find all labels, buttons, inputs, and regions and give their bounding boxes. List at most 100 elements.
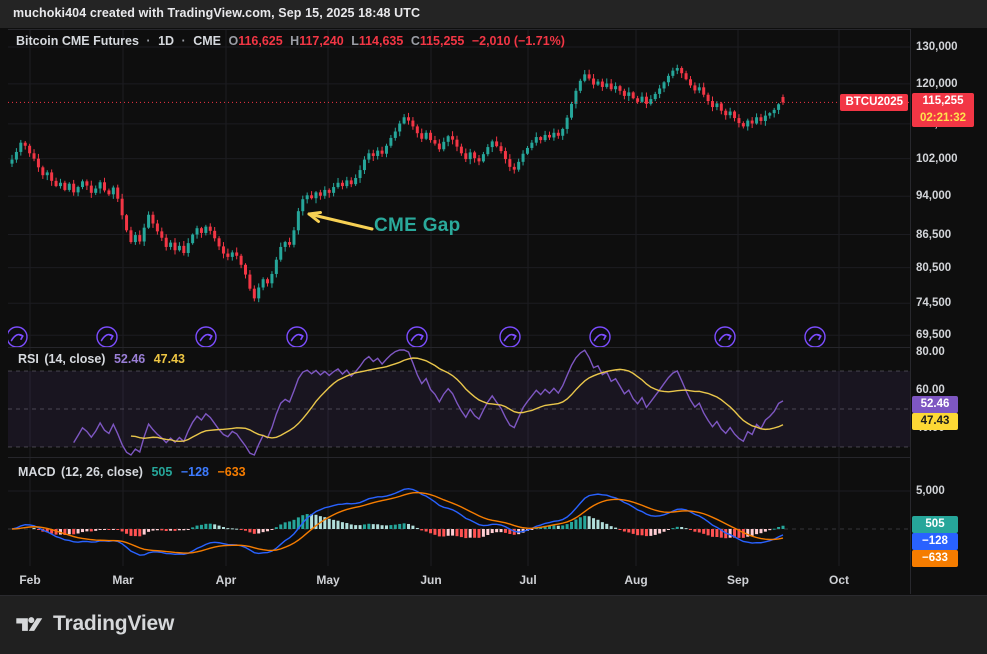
legend-separator: · — [146, 34, 150, 48]
macd-histogram-bar — [107, 529, 110, 530]
macd-histogram-bar — [667, 529, 670, 530]
last-price-value: 115,255 — [917, 93, 969, 110]
macd-histogram-bar — [486, 529, 489, 535]
contract-roll-icon[interactable] — [805, 327, 825, 347]
candle-body — [755, 117, 758, 123]
macd-histogram-bar — [641, 529, 644, 535]
macd-histogram-bar — [253, 529, 256, 534]
macd-histogram-bar — [601, 522, 604, 529]
macd-histogram-bar — [99, 529, 102, 530]
macd-histogram-bar — [680, 527, 683, 529]
symbol-legend[interactable]: Bitcoin CME Futures · 1D · CME O116,625 … — [16, 34, 569, 48]
candle-body — [420, 133, 423, 139]
candle-body — [394, 131, 397, 137]
candle-body — [720, 103, 723, 110]
candle-body — [632, 92, 635, 98]
candle-body — [416, 126, 419, 133]
macd-histogram-bar — [482, 529, 485, 537]
macd-histogram-bar — [411, 526, 414, 529]
candle-body — [618, 86, 621, 91]
contract-roll-icon[interactable] — [715, 327, 735, 347]
candle-body — [583, 74, 586, 80]
macd-histogram-bar — [292, 520, 295, 529]
contract-roll-icon[interactable] — [287, 327, 307, 347]
contract-roll-icon[interactable] — [196, 327, 216, 347]
macd-histogram-bar — [284, 522, 287, 529]
candle-body — [447, 136, 450, 142]
candle-body — [306, 195, 309, 199]
macd-histogram-bar — [495, 529, 498, 532]
macd-histogram-bar — [561, 525, 564, 529]
candle-body — [72, 184, 75, 193]
macd-histogram-bar — [103, 529, 106, 530]
contract-roll-icon[interactable] — [407, 327, 427, 347]
macd-histogram-bar — [764, 529, 767, 532]
candle-body — [77, 187, 80, 192]
symbol-title[interactable]: Bitcoin CME Futures — [16, 34, 139, 48]
macd-histogram-bar — [367, 524, 370, 529]
macd-histogram-bar — [169, 529, 172, 531]
macd-histogram-bar — [671, 528, 674, 529]
exchange-value: CME — [193, 34, 221, 48]
price-axis-label: 102,000 — [916, 151, 958, 167]
candle-body — [103, 182, 106, 190]
candle-body — [81, 181, 84, 187]
macd-signal-line — [12, 493, 783, 554]
interval-value[interactable]: 1D — [158, 34, 174, 48]
macd-histogram-bar — [698, 529, 701, 532]
candle-body — [544, 135, 547, 140]
macd-histogram-bar — [235, 529, 238, 530]
macd-histogram-bar — [429, 529, 432, 533]
rsi-pane-header[interactable]: RSI (14, close) 52.46 47.43 — [18, 352, 190, 366]
candle-body — [495, 141, 498, 146]
candle-body — [605, 83, 608, 86]
contract-roll-icon[interactable] — [590, 327, 610, 347]
macd-histogram-bar — [121, 529, 124, 531]
candle-body — [204, 227, 207, 233]
macd-histogram-bar — [191, 527, 194, 529]
chart-canvas[interactable] — [8, 29, 910, 569]
macd-line-value: −128 — [181, 465, 209, 479]
macd-name[interactable]: MACD — [18, 465, 56, 479]
candle-body — [19, 143, 22, 152]
candle-body — [11, 160, 14, 164]
macd-histogram-bar — [248, 529, 251, 532]
candle-body — [244, 265, 247, 275]
macd-histogram-bar — [182, 529, 185, 530]
candle-body — [143, 228, 146, 242]
candle-body — [328, 190, 331, 193]
candle-body — [24, 143, 27, 146]
candle-body — [680, 68, 683, 73]
macd-histogram-bar — [125, 529, 128, 534]
macd-histogram-bar — [438, 529, 441, 536]
macd-histogram-bar — [341, 522, 344, 529]
tradingview-logo[interactable]: TradingView — [14, 609, 174, 639]
time-axis-label: Sep — [722, 572, 754, 588]
macd-histogram-bar — [306, 514, 309, 529]
price-axis-border — [910, 29, 911, 594]
candle-body — [323, 190, 326, 196]
macd-histogram-bar — [288, 521, 291, 529]
candle-body — [363, 160, 366, 171]
macd-histogram-bar — [151, 529, 154, 531]
contract-roll-icon[interactable] — [97, 327, 117, 347]
candle-body — [85, 181, 88, 185]
macd-histogram-bar — [138, 529, 141, 536]
candle-body — [354, 178, 357, 184]
high-label: H — [290, 34, 299, 48]
candle-body — [535, 137, 538, 143]
macd-histogram-bar — [77, 529, 80, 533]
candle-body — [376, 151, 379, 156]
contract-roll-icon[interactable] — [8, 327, 27, 347]
macd-histogram-bar — [751, 529, 754, 536]
candle-body — [46, 172, 49, 175]
close-value: 115,255 — [420, 34, 465, 48]
contract-roll-icon[interactable] — [500, 327, 520, 347]
macd-histogram-bar — [385, 525, 388, 529]
candle-body — [174, 243, 177, 251]
candle-body — [112, 188, 115, 195]
macd-histogram-bar — [552, 525, 555, 529]
time-axis-label: May — [312, 572, 344, 588]
macd-pane-header[interactable]: MACD (12, 26, close) 505 −128 −633 — [18, 465, 251, 479]
rsi-name[interactable]: RSI — [18, 352, 39, 366]
